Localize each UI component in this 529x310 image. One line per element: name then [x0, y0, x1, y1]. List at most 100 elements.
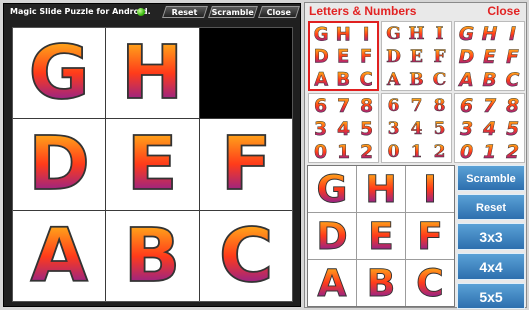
chooser-close-button[interactable]: Close [487, 4, 520, 18]
thumbnail-glyph-cell: E [332, 45, 354, 67]
tile-glyph: 1 [337, 141, 350, 163]
thumbnail-glyph-cell: G [310, 23, 332, 45]
sidebar-scramble-button[interactable]: Scramble [457, 165, 525, 191]
thumbnail-glyph-cell: F [355, 45, 377, 67]
thumbnail-glyph-cell: 8 [428, 94, 451, 117]
tile-glyph: G [317, 167, 348, 211]
tile-glyph: I [436, 24, 444, 44]
puzzle-tile[interactable]: G [13, 28, 106, 119]
tile-glyph: 4 [411, 119, 423, 139]
preview-tile: G [308, 166, 356, 212]
tile-glyph: 2 [434, 142, 446, 162]
puzzle-thumbnail[interactable]: 678 345 012 [381, 93, 452, 163]
thumbnail-glyph-cell: 1 [478, 140, 501, 163]
thumbnail-glyph-cell: 2 [501, 140, 524, 162]
tile-glyph: 4 [482, 118, 496, 140]
tile-glyph: A [314, 69, 329, 90]
thumbnail-glyph-cell: 1 [332, 140, 355, 163]
tile-glyph: H [365, 167, 397, 211]
tile-glyph: 8 [360, 95, 373, 117]
title-bar: Magic Slide Puzzle for Android. Reset Sc… [4, 4, 300, 20]
close-button-label: Close [266, 8, 291, 17]
sidebar-reset-button[interactable]: Reset [457, 194, 525, 220]
grid-4x4-button[interactable]: 4x4 [457, 253, 525, 280]
puzzle-chooser-panel: Letters & Numbers Close GHIDEFABCGHIDEFA… [304, 2, 527, 309]
thumbnail-glyph-cell: 0 [455, 140, 478, 163]
thumbnail-glyph-cell: 3 [309, 117, 332, 140]
thumbnail-glyph-cell: I [355, 23, 377, 45]
tile-glyph: D [28, 122, 89, 208]
tile-glyph: 5 [506, 118, 519, 140]
puzzle-thumbnail[interactable]: 678 345 012 [308, 93, 379, 163]
tile-glyph: C [359, 69, 372, 90]
puzzle-board: GHDEF ABC [12, 27, 293, 302]
preview-tile: I [406, 166, 454, 212]
thumbnail-glyph-cell: D [455, 45, 478, 68]
grid-3x3-button[interactable]: 3x3 [457, 223, 525, 250]
tile-glyph: C [506, 69, 520, 91]
puzzle-thumbnail[interactable]: GHI DEF ABC [308, 21, 379, 91]
thumbnail-glyph-cell: H [332, 23, 354, 45]
status-indicator-icon [137, 8, 145, 16]
tile-glyph: C [433, 70, 447, 90]
puzzle-thumbnail[interactable]: GHI DEF ABC [454, 21, 525, 91]
tile-glyph: 4 [337, 118, 350, 140]
thumbnail-glyph-cell: 5 [501, 117, 524, 140]
tile-glyph: A [457, 69, 474, 91]
puzzle-tile[interactable]: B [106, 210, 199, 301]
thumbnail-glyph-cell: 6 [455, 94, 478, 117]
tile-glyph: 0 [388, 142, 400, 162]
tile-glyph: B [337, 69, 351, 90]
chooser-title: Letters & Numbers [309, 4, 417, 18]
thumbnail-glyph-cell: 7 [405, 94, 428, 117]
thumbnail-glyph-cell: G [382, 22, 405, 45]
puzzle-thumbnail[interactable]: 678 345 012 [454, 93, 525, 163]
tile-glyph: D [314, 47, 329, 68]
tile-glyph: H [336, 24, 351, 45]
reset-button[interactable]: Reset [162, 6, 208, 18]
close-button[interactable]: Close [258, 6, 300, 18]
tile-glyph: 0 [460, 141, 473, 163]
puzzle-tile[interactable]: C [199, 210, 292, 301]
tile-glyph: B [367, 261, 396, 305]
thumbnail-glyph-cell: A [455, 68, 478, 91]
thumbnail-glyph-cell: 3 [382, 117, 405, 140]
tile-glyph: 5 [360, 118, 373, 140]
thumbnail-glyph-cell: B [478, 68, 501, 90]
tile-glyph: A [30, 213, 87, 299]
tile-glyph: A [317, 261, 346, 305]
tile-glyph: B [124, 213, 180, 299]
preview-tile: C [406, 260, 454, 306]
tile-glyph: 1 [483, 141, 496, 163]
puzzle-tile[interactable]: E [106, 119, 199, 210]
tile-glyph: C [416, 261, 444, 305]
puzzle-tile[interactable]: A [13, 210, 106, 301]
empty-slot[interactable] [199, 28, 292, 119]
puzzle-tile[interactable]: D [13, 119, 106, 210]
tile-glyph: D [459, 46, 475, 68]
thumbnail-glyph-cell: C [355, 68, 377, 90]
scramble-button[interactable]: Scramble [208, 6, 258, 18]
grid-5x5-button[interactable]: 5x5 [457, 283, 525, 309]
puzzle-tile[interactable]: F [199, 119, 292, 210]
thumbnail-glyph-cell: H [405, 22, 428, 45]
thumbnail-glyph-cell: 0 [382, 140, 405, 162]
chooser-header: Letters & Numbers Close [305, 3, 526, 21]
thumbnail-glyph-cell: I [501, 22, 524, 45]
thumbnail-glyph-cell: I [428, 22, 451, 45]
thumbnail-glyph-cell: B [332, 68, 354, 90]
tile-glyph: 7 [411, 96, 423, 116]
thumbnail-glyph-cell: C [428, 68, 451, 90]
tile-glyph: F [506, 46, 519, 68]
tile-glyph: 6 [314, 95, 327, 117]
thumbnail-glyph-cell: A [310, 68, 332, 90]
scramble-button-label: Scramble [211, 8, 254, 17]
preview-tile: E [357, 213, 405, 259]
puzzle-tile[interactable]: H [106, 28, 199, 119]
puzzle-thumbnail[interactable]: GHI DEF ABC [381, 21, 452, 91]
tile-glyph: E [127, 122, 178, 208]
tile-glyph: 2 [360, 141, 373, 163]
puzzle-window: Magic Slide Puzzle for Android. Reset Sc… [3, 3, 301, 307]
tile-glyph: 3 [314, 118, 327, 140]
tile-glyph: G [459, 23, 474, 45]
